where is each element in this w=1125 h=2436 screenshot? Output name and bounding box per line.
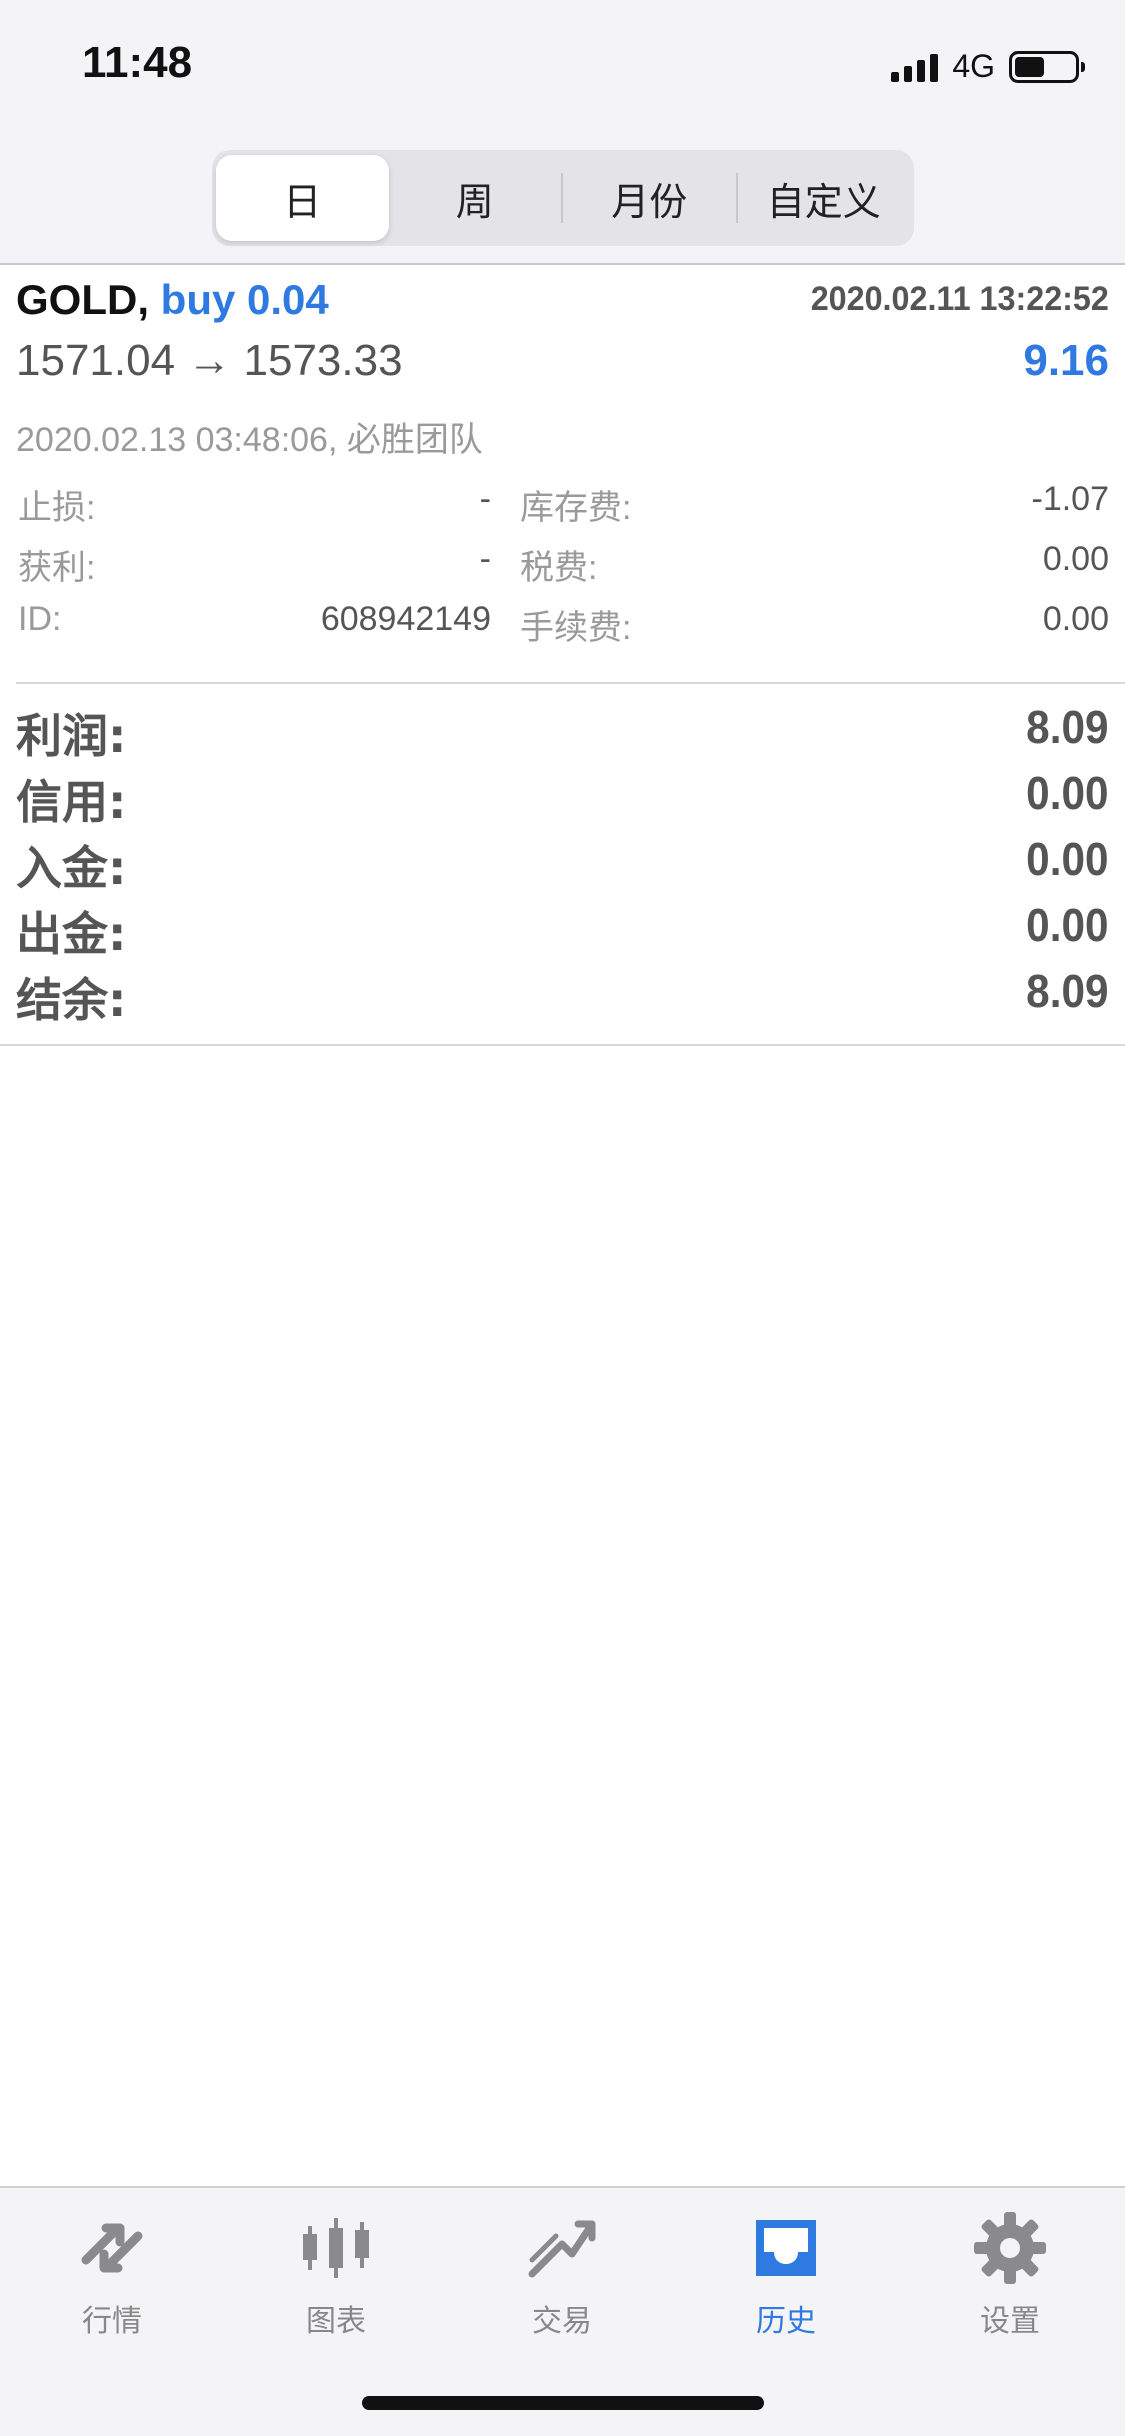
- tab-chart-label: 图表: [306, 2304, 366, 2339]
- summary-deposit-label: 入金:: [16, 841, 127, 895]
- segment-month[interactable]: 月份: [563, 155, 736, 241]
- home-indicator[interactable]: [362, 2396, 764, 2410]
- status-indicators: 4G: [891, 48, 1085, 85]
- summary-deposit-value: 0.00: [1026, 833, 1109, 885]
- summary-profit-value: 8.09: [1026, 701, 1109, 753]
- trade-trend-icon: [528, 2220, 596, 2278]
- summary-credit-value: 0.00: [1026, 767, 1109, 819]
- trade-price-row: 1571.04 → 1573.33 9.16: [16, 336, 1109, 392]
- summary-balance-value: 8.09: [1026, 965, 1109, 1017]
- tab-history[interactable]: 历史: [706, 2208, 866, 2340]
- summary-bottom-divider: [0, 1044, 1125, 1046]
- candlestick-chart-icon: [303, 2218, 369, 2278]
- period-segmented-control: 日 周 月份 自定义: [212, 150, 914, 246]
- quotes-arrows-icon: [81, 2223, 143, 2273]
- period-selector-area: 日 周 月份 自定义: [0, 140, 1125, 265]
- history-inbox-icon: [756, 2220, 816, 2276]
- take-profit-value: -: [479, 540, 491, 578]
- tab-settings[interactable]: 设置: [930, 2208, 1090, 2340]
- tab-history-label: 历史: [756, 2304, 816, 2339]
- section-divider: [16, 682, 1125, 684]
- summary-balance-label: 结余:: [16, 973, 127, 1027]
- status-time: 11:48: [82, 38, 193, 87]
- tax-value: 0.00: [1042, 540, 1109, 578]
- trade-open-time: 2020.02.11 13:22:52: [810, 280, 1109, 318]
- tab-trade[interactable]: 交易: [482, 2208, 642, 2340]
- order-id-label: ID:: [18, 600, 62, 638]
- battery-icon: [1009, 50, 1085, 83]
- summary-withdrawal-value: 0.00: [1026, 899, 1109, 951]
- settings-gear-icon: [974, 2212, 1046, 2284]
- status-bar: 11:48 4G: [0, 0, 1125, 140]
- network-type: 4G: [952, 48, 995, 84]
- trade-direction: buy 0.04: [160, 276, 329, 323]
- segment-day[interactable]: 日: [216, 155, 389, 241]
- trade-symbol: GOLD,: [16, 276, 149, 323]
- tab-quotes[interactable]: 行情: [32, 2208, 192, 2340]
- tab-chart[interactable]: 图表: [256, 2208, 416, 2340]
- tab-trade-label: 交易: [532, 2304, 592, 2339]
- trade-profit: 9.16: [1023, 336, 1109, 385]
- order-id-value: 608942149: [320, 600, 491, 638]
- summary-profit-label: 利润:: [16, 709, 127, 763]
- take-profit-label: 获利:: [18, 549, 96, 587]
- summary-credit-label: 信用:: [16, 775, 127, 829]
- trade-close-row: 2020.02.13 03:48:06, 必胜团队: [16, 412, 1109, 461]
- cellular-signal-icon: [891, 52, 939, 82]
- swap-label: 库存费:: [520, 489, 632, 527]
- trade-header: GOLD, buy 0.04 2020.02.11 13:22:52: [16, 276, 1109, 332]
- swap-value: -1.07: [1031, 480, 1110, 518]
- trade-prices: 1571.04 → 1573.33: [16, 336, 403, 385]
- tab-settings-label: 设置: [980, 2304, 1040, 2339]
- summary-withdrawal-label: 出金:: [16, 907, 127, 961]
- tax-label: 税费:: [520, 549, 598, 587]
- commission-label: 手续费:: [520, 609, 632, 647]
- segment-custom[interactable]: 自定义: [738, 155, 911, 241]
- commission-value: 0.00: [1042, 600, 1109, 638]
- segment-week[interactable]: 周: [389, 155, 562, 241]
- tab-quotes-label: 行情: [82, 2304, 142, 2339]
- trade-close-info: 2020.02.13 03:48:06, 必胜团队: [16, 421, 483, 459]
- trade-symbol-line: GOLD, buy 0.04: [16, 276, 329, 323]
- stop-loss-value: -: [479, 480, 491, 518]
- stop-loss-label: 止损:: [18, 489, 96, 527]
